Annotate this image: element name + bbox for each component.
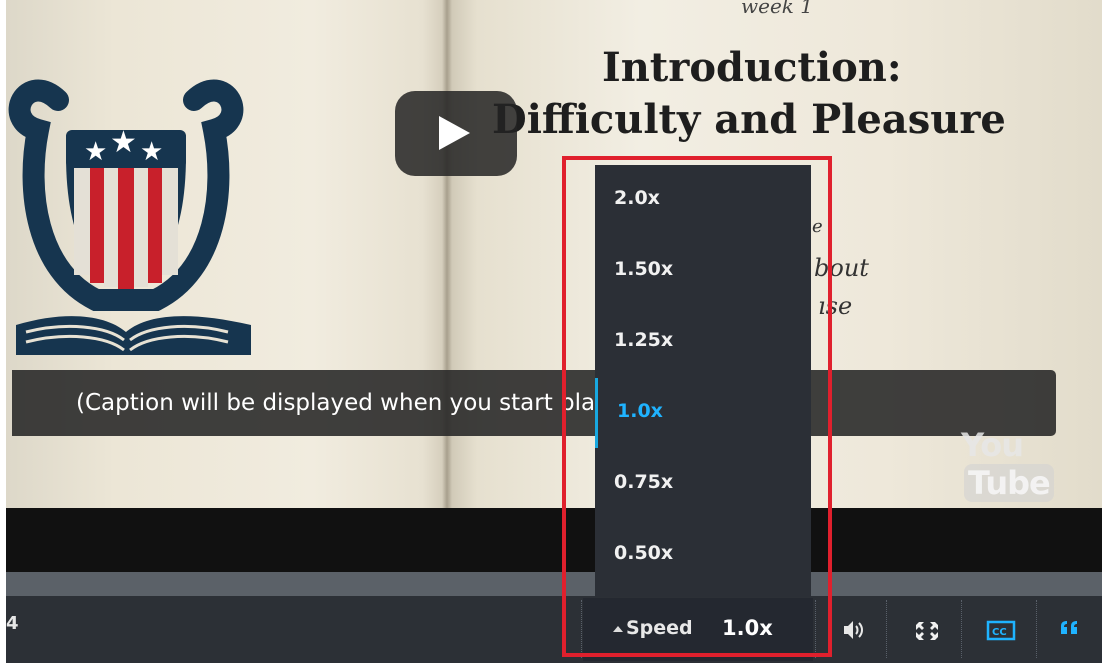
lyre-logo-icon: ★ ★ ★ (8, 79, 251, 355)
speed-option-label: 2.0x (614, 187, 660, 209)
speed-option-1-50x[interactable]: 1.50x (595, 236, 811, 306)
volume-button[interactable] (836, 616, 870, 644)
speed-label: Speed (626, 617, 693, 639)
svg-text:★: ★ (140, 137, 163, 167)
control-separator (815, 600, 816, 658)
subtitle-fragment-3: ıse (818, 292, 853, 320)
speed-option-1-0x[interactable]: 1.0x (595, 378, 814, 448)
subtitle-fragment-2: bout (814, 254, 869, 282)
youtube-logo-text: You (961, 426, 1024, 464)
speed-option-0-50x[interactable]: 0.50x (595, 520, 811, 590)
lecture-title-line-1: Introduction: (602, 44, 902, 91)
control-bar: 4 Speed 1.0x CC (6, 596, 1102, 663)
speed-option-label: 0.50x (614, 542, 674, 564)
volume-icon (844, 621, 863, 639)
speed-option-1-25x[interactable]: 1.25x (595, 307, 811, 377)
video-frame[interactable]: week 1 Introduction: Difficulty and Plea… (6, 0, 1102, 508)
svg-text:★: ★ (84, 137, 107, 167)
fullscreen-button[interactable] (910, 616, 944, 644)
progress-bar[interactable] (6, 572, 1102, 596)
speed-option-label: 1.50x (614, 258, 674, 280)
speed-option-0-75x[interactable]: 0.75x (595, 449, 811, 519)
speed-value: 1.0x (722, 616, 773, 640)
speed-option-2-0x[interactable]: 2.0x (595, 165, 811, 235)
control-separator (1036, 600, 1037, 658)
week-label: week 1 (741, 0, 813, 18)
svg-text:CC: CC (992, 627, 1007, 638)
speed-button[interactable]: Speed 1.0x (583, 598, 813, 661)
closed-captions-button[interactable]: CC (984, 616, 1018, 644)
video-letterbox (6, 508, 1102, 572)
control-separator (961, 600, 962, 658)
transcript-quote-icon (1061, 621, 1077, 634)
play-icon (439, 116, 470, 150)
speed-menu: 2.0x 1.50x 1.25x 1.0x 0.75x 0.50x (595, 165, 811, 597)
lecture-title-line-2: Difficulty and Pleasure (492, 96, 1006, 143)
fullscreen-icon (916, 622, 938, 640)
control-separator (886, 600, 887, 658)
svg-text:★: ★ (110, 125, 137, 160)
video-player: week 1 Introduction: Difficulty and Plea… (0, 0, 1102, 663)
caret-up-icon (613, 626, 623, 632)
control-separator (581, 600, 582, 658)
youtube-logo-icon: YouTube (961, 426, 1102, 502)
closed-captions-icon: CC (986, 620, 1016, 641)
speed-option-label: 1.0x (617, 400, 663, 422)
play-button[interactable] (395, 91, 517, 176)
speed-option-label: 0.75x (614, 471, 674, 493)
transcript-button[interactable] (1055, 616, 1089, 644)
caption-bar: (Caption will be displayed when you star… (12, 370, 1056, 436)
time-display: 4 (6, 613, 19, 634)
youtube-logo-tube: Tube (964, 464, 1054, 502)
subtitle-fragment-1: e (812, 216, 823, 237)
speed-option-label: 1.25x (614, 329, 674, 351)
